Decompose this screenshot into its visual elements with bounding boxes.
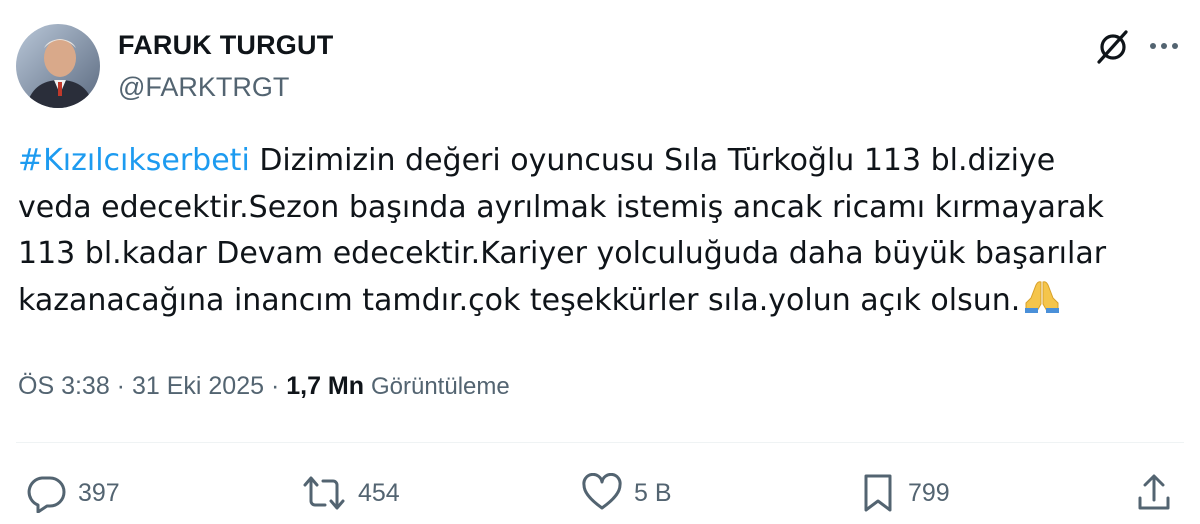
grok-icon: [1097, 30, 1128, 64]
tweet-meta: ÖS 3:38 · 31 Eki 2025 · 1,7 Mn Görüntüle…: [18, 372, 510, 401]
tweet-text-line-1-rest: Dizimizin değeri oyuncusu Sıla Türkoğlu …: [249, 143, 1056, 178]
tweet-date: 31 Eki 2025: [131, 372, 264, 400]
views-count[interactable]: 1,7 Mn: [286, 372, 364, 400]
tweet-card: FARUK TURGUT @FARKTRGT #Kızılcıkserbeti …: [0, 0, 1200, 524]
like-button[interactable]: 5 B: [580, 472, 672, 514]
divider: [16, 442, 1184, 443]
heart-icon: [582, 473, 622, 510]
tweet-text-line-4-text: kazanacağına inancım tamdır.çok teşekkür…: [18, 282, 1021, 318]
author-handle[interactable]: @FARKTRGT: [118, 72, 289, 103]
tweet-text-line-2: veda edecektir.Sezon başında ayrılmak is…: [18, 189, 1104, 225]
folded-hands-emoji: [1022, 278, 1062, 329]
bookmark-button[interactable]: 799: [858, 472, 950, 514]
tweet-timestamp[interactable]: ÖS 3:38 · 31 Eki 2025: [18, 372, 264, 400]
reply-icon: [27, 476, 66, 513]
hashtag-link[interactable]: #Kızılcıkserbeti: [18, 143, 250, 178]
retweet-icon: [303, 476, 345, 510]
author-display-name[interactable]: FARUK TURGUT: [118, 30, 333, 61]
tweet-text-line-1: #Kızılcıkserbeti Dizimizin değeri oyuncu…: [18, 138, 1183, 185]
tweet-text: #Kızılcıkserbeti Dizimizin değeri oyuncu…: [18, 138, 1183, 328]
tweet-time: ÖS 3:38: [18, 372, 110, 400]
share-icon: [1138, 474, 1170, 510]
avatar[interactable]: [16, 24, 100, 108]
views-label: Görüntüleme: [370, 373, 510, 400]
bookmark-icon: [864, 474, 892, 512]
like-count: 5 B: [634, 478, 672, 507]
reply-count: 397: [78, 478, 120, 507]
bookmark-count: 799: [908, 478, 950, 507]
reply-button[interactable]: 397: [24, 472, 120, 514]
meta-separator-2: ·: [264, 372, 287, 400]
more-icon: [1150, 43, 1178, 49]
avatar-image: [16, 24, 100, 108]
retweet-button[interactable]: 454: [300, 472, 400, 514]
tweet-text-line-4: kazanacağına inancım tamdır.çok teşekkür…: [18, 278, 1183, 329]
tweet-text-line-3: 113 bl.kadar Devam edecektir.Kariyer yol…: [18, 236, 1107, 271]
grok-button[interactable]: [1092, 26, 1134, 68]
share-button[interactable]: [1134, 472, 1174, 514]
retweet-count: 454: [358, 478, 400, 507]
more-button[interactable]: [1146, 28, 1182, 64]
meta-separator: ·: [109, 372, 132, 400]
